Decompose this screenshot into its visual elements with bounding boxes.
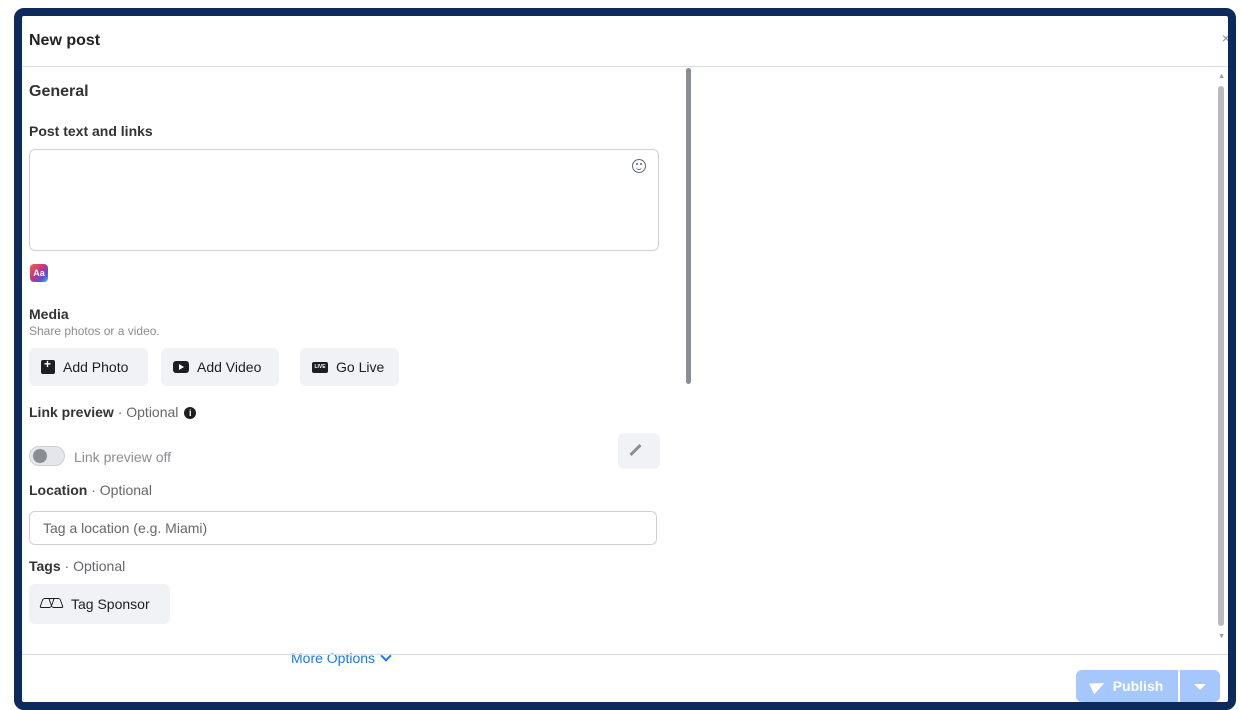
media-hint: Share photos or a video. xyxy=(29,324,160,338)
location-optional: · Optional xyxy=(87,482,152,498)
form-scrollbar[interactable] xyxy=(686,68,691,384)
add-photo-icon xyxy=(41,357,55,374)
link-preview-optional: · Optional xyxy=(113,404,179,420)
dialog-header: New post × xyxy=(22,16,1228,67)
publish-options-button[interactable] xyxy=(1180,670,1220,702)
link-preview-toggle-label: Link preview off xyxy=(74,449,172,465)
close-icon[interactable]: × xyxy=(1222,30,1228,46)
scroll-down-icon[interactable]: ▼ xyxy=(1218,633,1225,640)
text-format-icon[interactable]: Aa xyxy=(30,264,48,282)
go-live-button[interactable]: LIVE Go Live xyxy=(300,348,399,386)
dialog-title: New post xyxy=(29,32,101,49)
publish-button[interactable]: Publish xyxy=(1076,670,1178,702)
add-video-label: Add Video xyxy=(197,359,262,375)
toggle-knob xyxy=(33,449,47,463)
tag-sponsor-label: Tag Sponsor xyxy=(71,596,150,612)
general-section-title: General xyxy=(29,83,89,100)
add-photo-label: Add Photo xyxy=(63,359,129,375)
tags-label: Tags · Optional xyxy=(29,558,125,574)
emoji-icon[interactable] xyxy=(632,159,646,173)
post-form: General Post text and links Aa Media Sha… xyxy=(29,67,660,666)
video-icon xyxy=(173,361,189,373)
live-icon: LIVE xyxy=(312,361,328,373)
link-preview-label-text: Link preview xyxy=(29,404,114,420)
more-options-link[interactable]: More Options xyxy=(291,650,392,666)
chevron-down-icon xyxy=(380,650,392,662)
scroll-up-icon[interactable]: ▲ xyxy=(1218,73,1225,80)
link-preview-label: Link preview · Optional i xyxy=(29,404,197,420)
new-post-dialog: New post × General Post text and links A… xyxy=(14,8,1236,710)
link-preview-toggle[interactable] xyxy=(29,446,65,466)
media-label: Media xyxy=(29,306,69,322)
handshake-icon xyxy=(41,597,63,611)
more-options-label: More Options xyxy=(291,650,376,666)
add-video-button[interactable]: Add Video xyxy=(161,348,279,386)
edit-link-preview-button[interactable] xyxy=(618,433,660,469)
post-text-label: Post text and links xyxy=(29,123,153,139)
add-photo-button[interactable]: Add Photo xyxy=(29,348,148,386)
tag-sponsor-button[interactable]: Tag Sponsor xyxy=(29,584,170,624)
location-input[interactable] xyxy=(29,511,657,545)
post-text-input[interactable] xyxy=(29,149,659,251)
pencil-icon xyxy=(629,443,642,457)
preview-scrollbar[interactable] xyxy=(1218,86,1224,626)
location-label: Location · Optional xyxy=(29,482,152,498)
caret-down-icon xyxy=(1194,684,1206,690)
go-live-label: Go Live xyxy=(336,359,385,375)
tags-label-text: Tags xyxy=(29,558,61,574)
location-label-text: Location xyxy=(29,482,88,498)
publish-label: Publish xyxy=(1112,678,1164,694)
send-icon xyxy=(1088,677,1107,695)
info-icon[interactable]: i xyxy=(184,407,197,420)
tags-optional: · Optional xyxy=(60,558,126,574)
footer-divider xyxy=(22,654,1228,655)
